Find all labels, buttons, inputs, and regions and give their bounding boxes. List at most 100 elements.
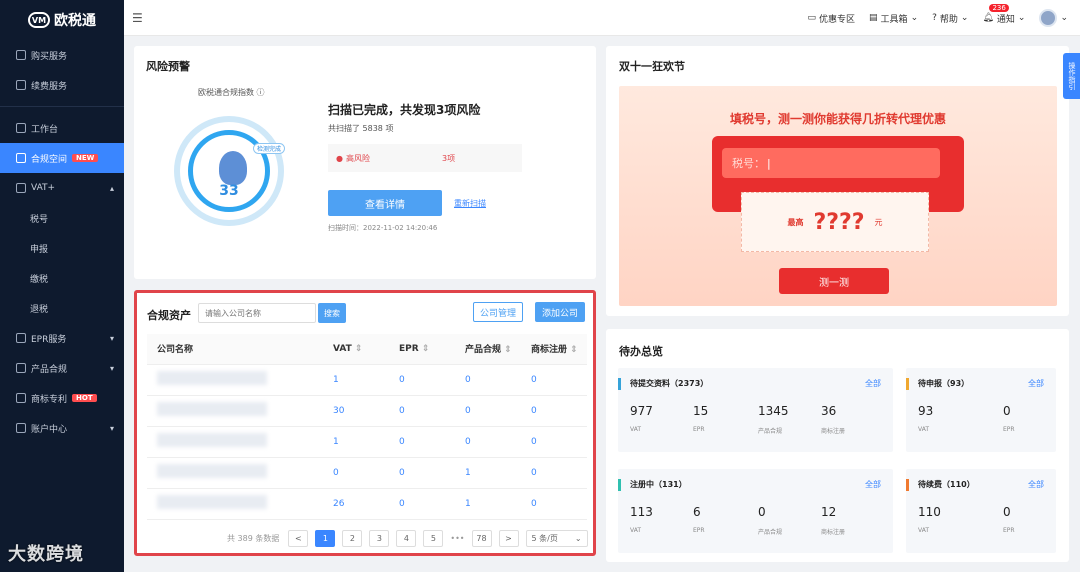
promo-ticket: 最高 ???? 元 bbox=[741, 192, 929, 252]
sidebar-item-product-compliance[interactable]: 产品合规 ▾ bbox=[0, 353, 124, 383]
warning-icon: ● bbox=[336, 153, 343, 163]
promo-zone-link[interactable]: ▭ 优惠专区 bbox=[808, 12, 856, 25]
sidebar-item-epr[interactable]: EPR服务 ▾ bbox=[0, 323, 124, 353]
col-epr[interactable]: EPR ⇕ bbox=[389, 334, 455, 365]
epr-cell[interactable]: 0 bbox=[389, 426, 455, 458]
risk-level-row[interactable]: ● 高风险 3项 bbox=[328, 144, 522, 172]
logo[interactable]: VM 欧税通 bbox=[0, 0, 124, 40]
view-all-link[interactable]: 全部 bbox=[1028, 378, 1044, 389]
trademark-cell[interactable]: 0 bbox=[521, 395, 587, 427]
promo-banner[interactable]: 填税号，测一测你能获得几折转代理优惠 税号： | 最高 ???? 元 测一测 bbox=[619, 86, 1057, 306]
page-5-button[interactable]: 5 bbox=[423, 530, 444, 547]
vat-cell[interactable]: 1 bbox=[323, 364, 389, 396]
trademark-cell[interactable]: 0 bbox=[521, 364, 587, 396]
vat-cell[interactable]: 26 bbox=[323, 488, 389, 520]
info-icon[interactable]: ⓘ bbox=[257, 88, 265, 97]
vat-cell[interactable]: 30 bbox=[323, 395, 389, 427]
search-button[interactable]: 搜索 bbox=[318, 303, 346, 323]
add-company-button[interactable]: 添加公司 bbox=[535, 302, 585, 322]
sidebar-item-tax-number[interactable]: 税号 bbox=[0, 203, 124, 233]
sidebar-item-renew-service[interactable]: 续费服务 bbox=[0, 70, 124, 100]
product-compliance-cell[interactable]: 0 bbox=[455, 395, 521, 427]
stat-value[interactable]: 15 bbox=[693, 404, 708, 418]
col-product-compliance[interactable]: 产品合规 ⇕ bbox=[455, 334, 521, 365]
unit-label: 元 bbox=[874, 217, 883, 227]
page-4-button[interactable]: 4 bbox=[396, 530, 417, 547]
page-3-button[interactable]: 3 bbox=[369, 530, 390, 547]
stat-label: VAT bbox=[918, 426, 930, 433]
trademark-cell[interactable]: 0 bbox=[521, 488, 587, 520]
test-button[interactable]: 测一测 bbox=[779, 268, 889, 294]
user-menu[interactable]: ⌄ bbox=[1039, 9, 1068, 27]
table-row[interactable]: 1000 bbox=[147, 426, 587, 458]
view-all-link[interactable]: 全部 bbox=[1028, 479, 1044, 490]
toolbox-menu[interactable]: ▤ 工具箱 ⌄ bbox=[869, 12, 918, 25]
vat-cell[interactable]: 0 bbox=[323, 457, 389, 489]
sidebar-item-workbench[interactable]: 工作台 bbox=[0, 113, 124, 143]
stat-value[interactable]: 6 bbox=[693, 505, 701, 519]
page-size-select[interactable]: 5 条/页 ⌄ bbox=[525, 530, 588, 547]
table-row[interactable]: 1000 bbox=[147, 364, 587, 396]
epr-cell[interactable]: 0 bbox=[389, 488, 455, 520]
stat-value[interactable]: 36 bbox=[821, 404, 836, 418]
rescan-link[interactable]: 重新扫描 bbox=[454, 198, 486, 209]
todo-box-title: 待续费（110） bbox=[918, 480, 975, 489]
sidebar-item-tax-refund[interactable]: 退税 bbox=[0, 293, 124, 323]
stat-value[interactable]: 110 bbox=[918, 505, 941, 519]
stat-value[interactable]: 0 bbox=[1003, 404, 1011, 418]
table-row[interactable]: 26 0 1 0 bbox=[147, 488, 587, 520]
product-compliance-cell[interactable]: 0 bbox=[455, 426, 521, 458]
table-row[interactable]: 30 0 0 0 bbox=[147, 395, 587, 427]
vat-cell[interactable]: 1 bbox=[323, 426, 389, 458]
col-vat[interactable]: VAT ⇕ bbox=[323, 334, 389, 365]
sort-icon: ⇕ bbox=[570, 345, 578, 356]
company-search-input[interactable] bbox=[198, 303, 316, 323]
chevron-down-icon: ⌄ bbox=[910, 13, 919, 23]
page-78-button[interactable]: 78 bbox=[471, 530, 492, 547]
view-all-link[interactable]: 全部 bbox=[865, 479, 881, 490]
stat-value[interactable]: 0 bbox=[758, 505, 766, 519]
epr-cell[interactable]: 0 bbox=[389, 395, 455, 427]
topbar: ☰ ▭ 优惠专区 ▤ 工具箱 ⌄ ? 帮助 ⌄ 🔔︎ 236 通知 ⌄ ⌄ bbox=[124, 0, 1080, 36]
sidebar-item-compliance-space[interactable]: 合规空间 NEW bbox=[0, 143, 124, 173]
stat-value[interactable]: 93 bbox=[918, 404, 933, 418]
operation-guide-tab[interactable]: 操作指引 bbox=[1063, 53, 1080, 99]
epr-cell[interactable]: 0 bbox=[389, 457, 455, 489]
next-page-button[interactable]: > bbox=[498, 530, 519, 547]
trademark-cell[interactable]: 0 bbox=[521, 426, 587, 458]
epr-cell[interactable]: 0 bbox=[389, 364, 455, 396]
stat-value[interactable]: 113 bbox=[630, 505, 653, 519]
stat-value[interactable]: 1345 bbox=[758, 404, 789, 418]
gauge-inner: 检测完成 33 bbox=[188, 130, 286, 212]
prev-page-button[interactable]: < bbox=[288, 530, 309, 547]
stat-value[interactable]: 977 bbox=[630, 404, 653, 418]
page-ellipsis[interactable]: ••• bbox=[450, 534, 464, 543]
product-compliance-cell[interactable]: 1 bbox=[455, 488, 521, 520]
stat-value[interactable]: 12 bbox=[821, 505, 836, 519]
help-menu[interactable]: ? 帮助 ⌄ bbox=[932, 12, 968, 25]
table-row[interactable]: 0010 bbox=[147, 457, 587, 489]
sidebar-item-declaration[interactable]: 申报 bbox=[0, 233, 124, 263]
stat-value[interactable]: 0 bbox=[1003, 505, 1011, 519]
compliance-index-label: 欧税通合规指数 ⓘ bbox=[198, 88, 265, 97]
sidebar-item-vat[interactable]: VAT+ ▴ bbox=[0, 173, 124, 203]
trademark-cell[interactable]: 0 bbox=[521, 457, 587, 489]
product-compliance-cell[interactable]: 0 bbox=[455, 364, 521, 396]
sidebar-item-trademark[interactable]: 商标专利 HOT bbox=[0, 383, 124, 413]
page-1-button[interactable]: 1 bbox=[315, 530, 336, 547]
tax-number-input[interactable]: 税号： | bbox=[722, 148, 940, 178]
view-all-link[interactable]: 全部 bbox=[865, 378, 881, 389]
sidebar-item-tax-payment[interactable]: 缴税 bbox=[0, 263, 124, 293]
company-manage-button[interactable]: 公司管理 bbox=[473, 302, 523, 322]
notification-menu[interactable]: 🔔︎ 236 通知 ⌄ bbox=[982, 3, 1025, 25]
sidebar-item-buy-service[interactable]: 购买服务 bbox=[0, 40, 124, 70]
sidebar-item-account[interactable]: 账户中心 ▾ bbox=[0, 413, 124, 443]
menu-toggle-icon[interactable]: ☰ bbox=[132, 11, 143, 25]
col-trademark[interactable]: 商标注册 ⇕ bbox=[521, 334, 587, 365]
product-compliance-cell[interactable]: 1 bbox=[455, 457, 521, 489]
scan-time: 扫描时间：2022-11-02 14:20:46 bbox=[328, 224, 438, 232]
company-name-blurred bbox=[147, 364, 323, 396]
risk-level-count: 3项 bbox=[441, 153, 456, 163]
page-2-button[interactable]: 2 bbox=[342, 530, 363, 547]
view-details-button[interactable]: 查看详情 bbox=[328, 190, 442, 216]
